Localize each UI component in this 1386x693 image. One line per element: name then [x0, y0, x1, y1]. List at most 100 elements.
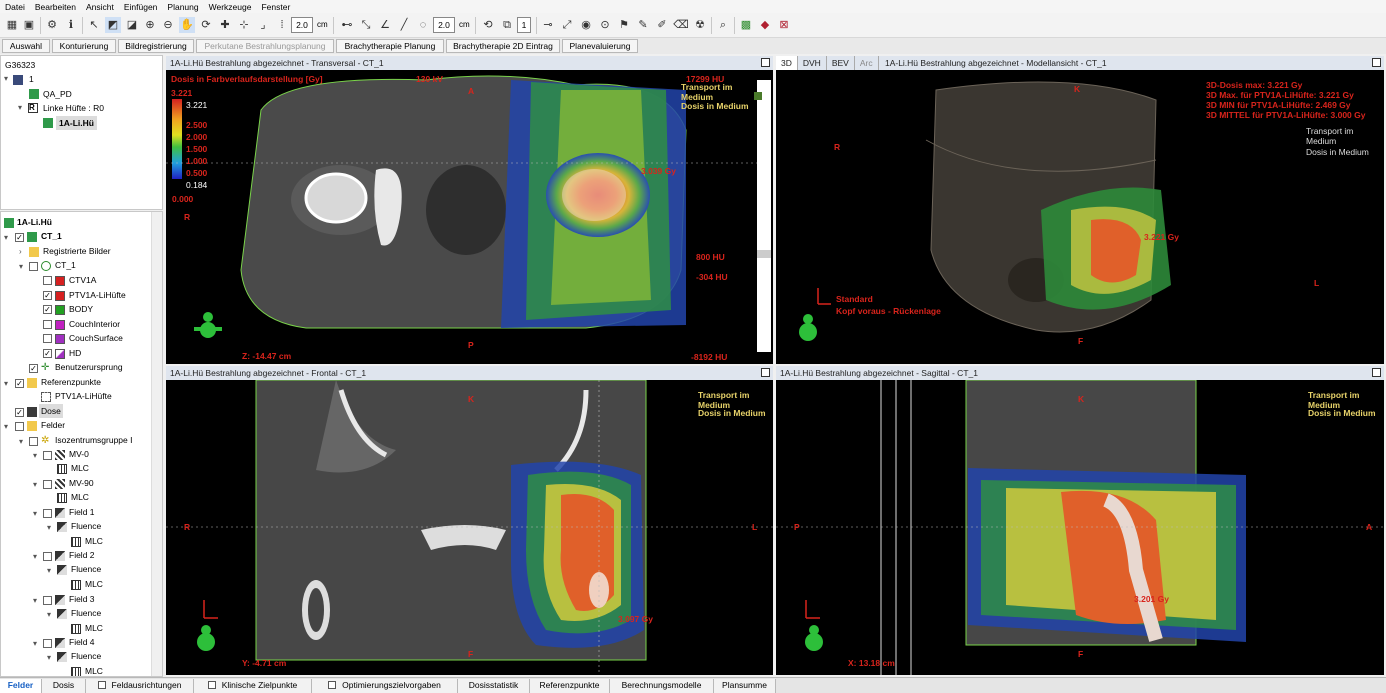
tree-node-qa[interactable]: QA_PD [43, 87, 72, 101]
cube-icon[interactable]: ◆ [757, 17, 773, 33]
circle-tool-icon[interactable]: ◌ [415, 17, 431, 33]
beam-checkbox[interactable] [43, 509, 52, 518]
tab-brachy-2d[interactable]: Brachytherapie 2D Eintrag [446, 39, 560, 53]
window-level-icon[interactable]: ◩ [105, 17, 121, 33]
tree-field-1[interactable]: Field 1 [69, 505, 95, 519]
beam-checkbox[interactable] [43, 639, 52, 648]
menu-datei[interactable]: Datei [0, 2, 30, 12]
structure-checkbox[interactable]: ✓ [43, 291, 52, 300]
image-tool-icon[interactable]: ◪ [124, 17, 140, 33]
structure-item[interactable]: CTV1A [69, 273, 96, 287]
ct-checkbox[interactable]: ✓ [15, 233, 24, 242]
copy-icon[interactable]: ⧉ [499, 17, 515, 33]
model-viewport[interactable]: 3D DVH BEV Arc 1A-Li.Hü Bestrahlung abgezei… [776, 56, 1384, 364]
tree-fluence[interactable]: Fluence [71, 649, 101, 663]
grid-dots-icon[interactable]: ⁞ [274, 17, 290, 33]
ref-points-checkbox[interactable]: ✓ [15, 379, 24, 388]
isocenter-icon[interactable]: ⊸ [540, 17, 556, 33]
pointer-icon[interactable]: ↖ [86, 17, 102, 33]
tree-ct-sub[interactable]: CT_1 [55, 258, 76, 272]
grid-icon[interactable]: ▦ [4, 17, 20, 33]
dose-tool-icon[interactable]: ☢ [692, 17, 708, 33]
brush-icon[interactable]: ✐ [654, 17, 670, 33]
eye-icon[interactable]: ◉ [578, 17, 594, 33]
menu-bearbeiten[interactable]: Bearbeiten [30, 2, 81, 12]
angle-icon[interactable]: ∠ [377, 17, 393, 33]
tree-node-linke-huefte[interactable]: Linke Hüfte : R0 [43, 101, 104, 115]
structure-checkbox[interactable] [43, 276, 52, 285]
tree-fluence[interactable]: Fluence [71, 519, 101, 533]
search-icon[interactable]: ⌕ [715, 17, 731, 33]
settings-icon[interactable]: ⚙ [44, 17, 60, 33]
tab-berechnungsmodelle[interactable]: Berechnungsmodelle [610, 679, 714, 693]
tree-beam-mv0[interactable]: MV-0 [69, 447, 89, 461]
frontal-viewport[interactable]: 1A-Li.Hü Bestrahlung abgezeichnet - Fron… [166, 366, 773, 675]
sagittal-viewport[interactable]: 1A-Li.Hü Bestrahlung abgezeichnet - Sagi… [776, 366, 1384, 675]
tab-arc[interactable]: Arc [855, 56, 879, 70]
tab-checkbox[interactable] [97, 681, 106, 689]
tree-ref-point[interactable]: PTV1A-LiHüfte [55, 389, 112, 403]
eraser-icon[interactable]: ⌫ [673, 17, 689, 33]
count-input[interactable]: 1 [517, 17, 531, 33]
rotate-icon[interactable]: ⟳ [198, 17, 214, 33]
tab-planevaluierung[interactable]: Planevaluierung [562, 39, 638, 53]
tree-iso-group[interactable]: Isozentrumsgruppe I [55, 433, 132, 447]
tree-mlc[interactable]: MLC [85, 664, 103, 676]
save-icon[interactable]: ▣ [21, 17, 37, 33]
tree-mlc[interactable]: MLC [85, 621, 103, 635]
maximize-icon[interactable] [1372, 368, 1381, 377]
menu-planung[interactable]: Planung [162, 2, 203, 12]
crosshair-icon[interactable]: ✚ [217, 17, 233, 33]
menu-ansicht[interactable]: Ansicht [81, 2, 119, 12]
tab-dosis[interactable]: Dosis [42, 679, 86, 693]
refresh-icon[interactable]: ⟲ [480, 17, 496, 33]
structure-item[interactable]: BODY [69, 302, 93, 316]
iso-checkbox[interactable] [29, 437, 38, 446]
tree-fluence[interactable]: Fluence [71, 606, 101, 620]
tree-ct[interactable]: CT_1 [41, 229, 62, 243]
tab-felder[interactable]: Felder [0, 679, 42, 693]
ct-sub-checkbox[interactable] [29, 262, 38, 271]
structure-checkbox[interactable] [43, 334, 52, 343]
tree-mlc[interactable]: MLC [71, 490, 89, 504]
tree-field-3[interactable]: Field 3 [69, 592, 95, 606]
vector-icon[interactable]: ⤢ [559, 17, 575, 33]
edit-icon[interactable]: ✎ [635, 17, 651, 33]
tab-optimierungszielvorgaben[interactable]: Optimierungszielvorgaben [312, 679, 458, 693]
maximize-icon[interactable] [761, 58, 770, 67]
tree-beam-mv90[interactable]: MV-90 [69, 476, 94, 490]
structure-checkbox[interactable] [43, 320, 52, 329]
tab-referenzpunkte[interactable]: Referenzpunkte [530, 679, 610, 693]
info-icon[interactable]: ℹ [63, 17, 79, 33]
tab-klinische-zielpunkte[interactable]: Klinische Zielpunkte [194, 679, 312, 693]
tree-user-origin[interactable]: Benutzerursprung [55, 360, 123, 374]
tab-3d[interactable]: 3D [776, 56, 798, 70]
tree-node-1[interactable]: 1 [29, 72, 34, 86]
close-view-icon[interactable]: ⊠ [776, 17, 792, 33]
structure-item[interactable]: PTV1A-LiHüfte [69, 288, 126, 302]
tree-scrollbar[interactable] [151, 212, 162, 676]
menu-fenster[interactable]: Fenster [256, 2, 295, 12]
tab-checkbox[interactable] [207, 681, 216, 689]
tab-auswahl[interactable]: Auswahl [2, 39, 50, 53]
tab-konturierung[interactable]: Konturierung [52, 39, 116, 53]
menu-einfuegen[interactable]: Einfügen [119, 2, 163, 12]
measure-icon[interactable]: ⊷ [339, 17, 355, 33]
line-icon[interactable]: ╱ [396, 17, 412, 33]
dose-checkbox[interactable]: ✓ [15, 408, 24, 417]
tab-bildregistrierung[interactable]: Bildregistrierung [118, 39, 194, 53]
pan-hand-icon[interactable]: ✋ [179, 17, 195, 33]
maximize-icon[interactable] [761, 368, 770, 377]
structure-item[interactable]: CouchInterior [69, 317, 120, 331]
ruler-icon[interactable]: ⊹ [236, 17, 252, 33]
beam-checkbox[interactable] [43, 552, 52, 561]
layout-icon[interactable]: ▩ [738, 17, 754, 33]
beam-checkbox[interactable] [43, 451, 52, 460]
tab-bev[interactable]: BEV [827, 56, 855, 70]
tab-brachy-planung[interactable]: Brachytherapie Planung [336, 39, 444, 53]
tab-checkbox[interactable] [328, 681, 337, 689]
fields-checkbox[interactable] [15, 422, 24, 431]
zoom-in-icon[interactable]: ⊕ [142, 17, 158, 33]
corner-icon[interactable]: ⌟ [255, 17, 271, 33]
tree-mlc[interactable]: MLC [71, 461, 89, 475]
